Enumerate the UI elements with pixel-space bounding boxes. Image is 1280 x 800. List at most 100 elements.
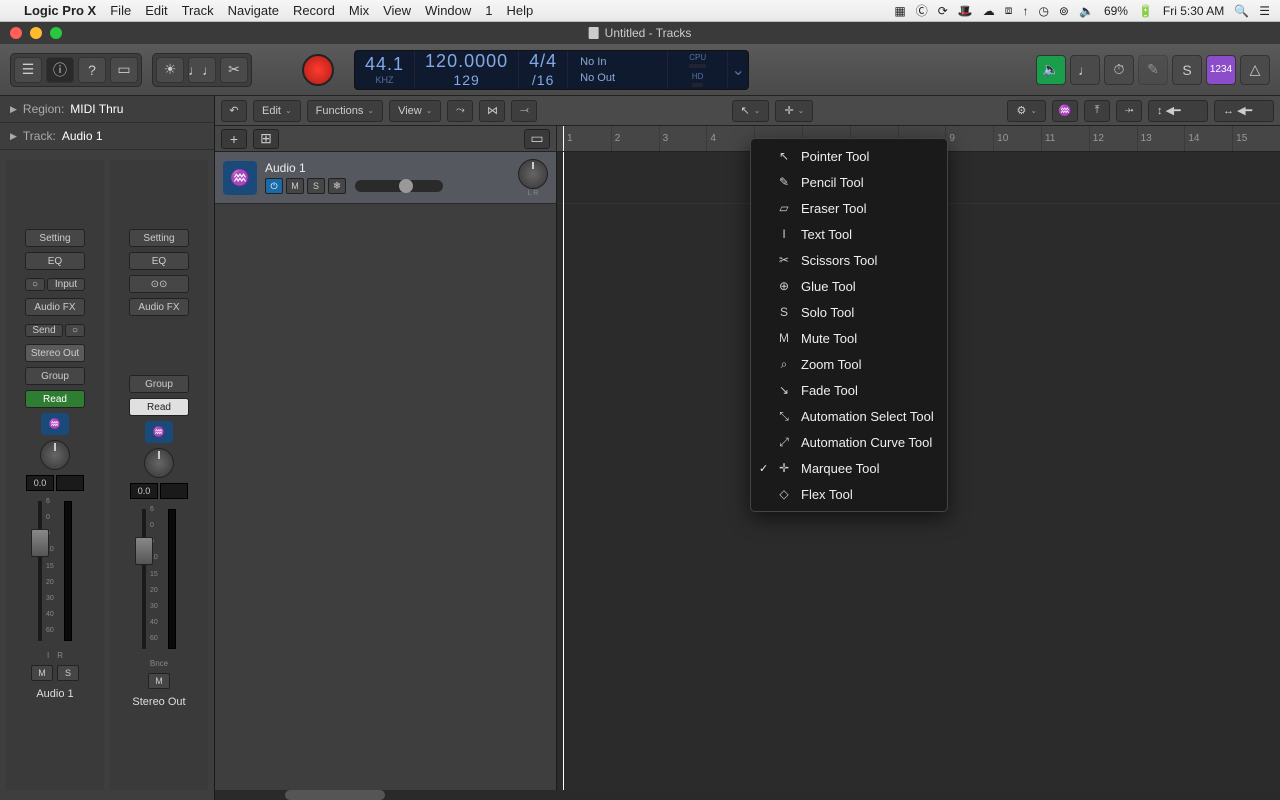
global-tracks-button[interactable]: ▭ — [524, 129, 550, 149]
flex-button[interactable]: ⋈ — [479, 100, 505, 122]
h-zoom-slider[interactable]: ↔ ◀━ — [1214, 100, 1274, 122]
menu-1[interactable]: 1 — [485, 3, 492, 18]
tool-menu-item[interactable]: ⌕Zoom Tool — [751, 351, 947, 377]
setting-button[interactable]: Setting — [129, 229, 189, 247]
horizontal-zoom-button[interactable]: ⤞ — [1116, 100, 1142, 122]
mute-button[interactable]: M — [286, 178, 304, 194]
window-close-button[interactable] — [10, 27, 22, 39]
power-button[interactable]: ⏻ — [265, 178, 283, 194]
settings-menu[interactable]: ⚙⌄ — [1007, 100, 1046, 122]
count-in-button[interactable]: ⏱ — [1104, 55, 1134, 85]
cycle-button[interactable]: 1234 — [1206, 55, 1236, 85]
setting-button[interactable]: Setting — [25, 229, 85, 247]
menu-track[interactable]: Track — [182, 3, 214, 18]
fader[interactable] — [142, 509, 146, 649]
automation-button[interactable]: ⤳ — [447, 100, 473, 122]
group-button[interactable]: Group — [25, 367, 85, 385]
track-icon[interactable]: ♒ — [41, 413, 69, 435]
tool-menu-item[interactable]: ⊕Glue Tool — [751, 273, 947, 299]
tool-menu-item[interactable]: ✂Scissors Tool — [751, 247, 947, 273]
menu-help[interactable]: Help — [507, 3, 534, 18]
playhead[interactable] — [563, 126, 564, 151]
menu-view[interactable]: View — [383, 3, 411, 18]
mute-button[interactable]: M — [148, 673, 170, 689]
view-menu[interactable]: View⌄ — [389, 100, 441, 122]
editors-button[interactable]: ✂ — [220, 57, 248, 83]
functions-menu[interactable]: Functions⌄ — [307, 100, 383, 122]
inspector-button[interactable]: ⓘ — [46, 57, 74, 83]
back-button[interactable]: ↶ — [221, 100, 247, 122]
right-tool-selector[interactable]: ✛⌄ — [775, 100, 813, 122]
horizontal-scrollbar[interactable] — [215, 790, 1280, 800]
tool-menu-item[interactable]: ↘Fade Tool — [751, 377, 947, 403]
duplicate-track-button[interactable]: ⊞ — [253, 129, 279, 149]
track-name[interactable]: Audio 1 — [265, 161, 510, 175]
sync-button[interactable]: S — [1172, 55, 1202, 85]
menu-edit[interactable]: Edit — [145, 3, 167, 18]
metronome-button[interactable]: △ — [1240, 55, 1270, 85]
toolbar-button[interactable]: ▭ — [110, 57, 138, 83]
window-zoom-button[interactable] — [50, 27, 62, 39]
stereo-icon-button[interactable]: ⊙⊙ — [129, 275, 189, 293]
left-tool-selector[interactable]: ↖⌄ — [732, 100, 770, 122]
eq-button[interactable]: EQ — [25, 252, 85, 270]
track-icon[interactable]: ♒ — [145, 421, 173, 443]
bounce-button[interactable]: Bnce — [150, 659, 168, 668]
arrow-icon[interactable]: ↑ — [1022, 4, 1028, 18]
clock[interactable]: Fri 5:30 AM — [1163, 4, 1224, 18]
eq-button[interactable]: EQ — [129, 252, 189, 270]
track-header[interactable]: ▶ Track: Audio 1 — [0, 123, 214, 150]
division[interactable]: /16 — [532, 72, 554, 88]
db-value[interactable]: 0.0 — [26, 475, 54, 491]
automation-read-button[interactable]: Read — [129, 398, 189, 416]
solo-button[interactable]: S — [57, 665, 79, 681]
audiofx-button[interactable]: Audio FX — [25, 298, 85, 316]
tool-menu-item[interactable]: IText Tool — [751, 221, 947, 247]
tool-menu-item[interactable]: MMute Tool — [751, 325, 947, 351]
vertical-zoom-button[interactable]: ⤒ — [1084, 100, 1110, 122]
pan-knob[interactable] — [518, 159, 548, 189]
wifi-icon[interactable]: ⊚ — [1059, 4, 1069, 18]
menu-file[interactable]: File — [110, 3, 131, 18]
click-button[interactable]: ✎ — [1138, 55, 1168, 85]
db-value[interactable]: 0.0 — [130, 483, 158, 499]
tool-menu-item[interactable]: ⤡Automation Select Tool — [751, 403, 947, 429]
clock-icon[interactable]: ◷ — [1038, 4, 1048, 18]
freeze-button[interactable]: ❄ — [328, 178, 346, 194]
output-button[interactable]: Stereo Out — [25, 344, 85, 362]
catch-button[interactable]: ⤙ — [511, 100, 537, 122]
master-volume-button[interactable]: 🔈 — [1036, 55, 1066, 85]
tool-menu-item[interactable]: ◇Flex Tool — [751, 481, 947, 507]
position[interactable]: 129 — [453, 72, 479, 88]
pan-knob[interactable] — [40, 440, 70, 470]
menu-window[interactable]: Window — [425, 3, 471, 18]
tool-menu-item[interactable]: ✎Pencil Tool — [751, 169, 947, 195]
volume-slider[interactable] — [355, 180, 443, 192]
menu-mix[interactable]: Mix — [349, 3, 369, 18]
tuner-button[interactable]: ♩ — [1070, 55, 1100, 85]
tool-menu-item[interactable]: ⤢Automation Curve Tool — [751, 429, 947, 455]
group-button[interactable]: Group — [129, 375, 189, 393]
window-minimize-button[interactable] — [30, 27, 42, 39]
region-header[interactable]: ▶ Region: MIDI Thru — [0, 96, 214, 123]
disclosure-triangle-icon[interactable]: ▶ — [10, 104, 17, 115]
tool-menu-item[interactable]: ↖Pointer Tool — [751, 143, 947, 169]
dropbox-icon[interactable]: ⧈ — [1005, 3, 1013, 18]
tool-menu-item[interactable]: ▱Eraser Tool — [751, 195, 947, 221]
track-icon[interactable]: ♒ — [223, 161, 257, 195]
spotlight-icon[interactable]: 🔍 — [1234, 4, 1249, 18]
send-button[interactable]: Send○ — [25, 321, 85, 339]
input-button[interactable]: ○Input — [25, 275, 85, 293]
lcd-display[interactable]: 44.1KHZ 120.0000129 4/4/16 No InNo Out C… — [354, 50, 749, 90]
tempo[interactable]: 120.0000 — [425, 51, 508, 72]
mixer-button[interactable]: ♩♩ — [188, 57, 216, 83]
status-icon[interactable]: Ⓒ — [916, 2, 928, 19]
sync-icon[interactable]: ⟳ — [938, 4, 948, 18]
help-button[interactable]: ? — [78, 57, 106, 83]
v-zoom-slider[interactable]: ↕ ◀━ — [1148, 100, 1208, 122]
tool-menu-item[interactable]: ✓✛Marquee Tool — [751, 455, 947, 481]
pan-knob[interactable] — [144, 448, 174, 478]
automation-read-button[interactable]: Read — [25, 390, 85, 408]
track-header[interactable]: ♒ Audio 1 ⏻ M S ❄ L R — [215, 152, 556, 204]
playhead-line[interactable] — [563, 152, 564, 800]
